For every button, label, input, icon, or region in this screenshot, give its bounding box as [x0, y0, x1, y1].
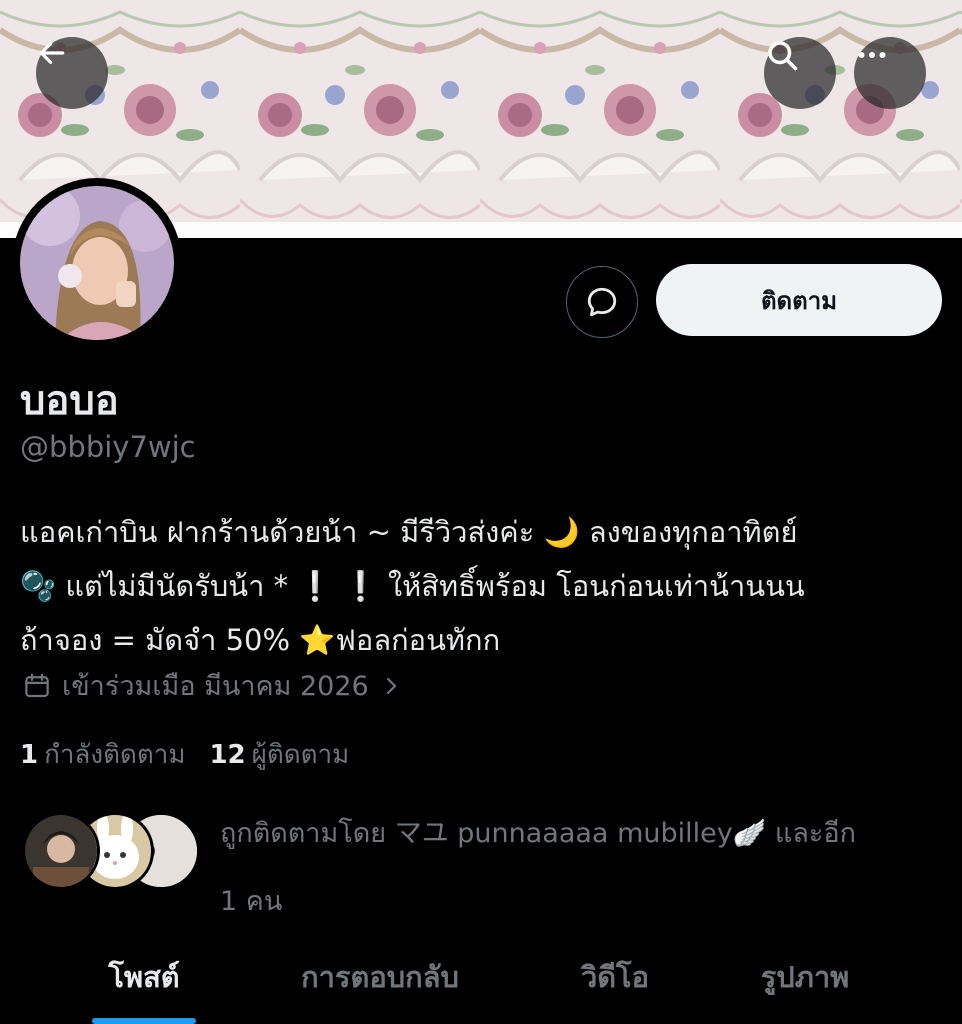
- tab-media[interactable]: รูปภาพ: [720, 940, 890, 1024]
- chevron-right-icon: [386, 677, 396, 694]
- active-tab-indicator: [92, 1018, 196, 1024]
- profile-tabs: โพสต์ การตอบกลับ วิดีโอ รูปภาพ: [0, 940, 962, 1024]
- follow-stats: 1 กำลังติดตาม 12 ผู้ติดตาม: [20, 734, 349, 775]
- follower-avatar: [22, 812, 100, 890]
- avatar-image: [20, 186, 174, 340]
- profile-avatar[interactable]: [12, 178, 182, 348]
- following-label: กำลังติดตาม: [44, 740, 186, 770]
- followed-by-line: ถูกติดตามโดย マユ punnaaaaa mubilley🪽 และอ…: [220, 818, 856, 849]
- followed-by-line: 1 คน: [220, 886, 283, 917]
- follow-button[interactable]: ติดตาม: [656, 264, 942, 336]
- following-link[interactable]: 1 กำลังติดตาม: [20, 734, 185, 775]
- tab-posts[interactable]: โพสต์: [60, 940, 228, 1024]
- user-handle: @bbbiy7wjc: [20, 430, 196, 464]
- arrow-left-icon: [39, 42, 65, 64]
- message-bubble-icon: [587, 287, 617, 317]
- display-name: บอบอ: [20, 378, 119, 424]
- back-button[interactable]: [36, 37, 108, 109]
- followers-count: 12: [209, 740, 246, 770]
- calendar-icon: [25, 673, 49, 697]
- search-icon: [768, 41, 798, 71]
- tab-videos[interactable]: วิดีโอ: [530, 940, 700, 1024]
- bio-line: แอคเก่าบิน ฝากร้านด้วยน้า ~ มีรีวิวส่งค่…: [20, 515, 798, 549]
- more-button[interactable]: [854, 37, 926, 109]
- more-horizontal-icon: [858, 52, 886, 58]
- joined-date[interactable]: เข้าร่วมเมือ มีนาคม 2026: [22, 664, 403, 707]
- followed-by-text[interactable]: ถูกติดตามโดย マユ punnaaaaa mubilley🪽 และอ…: [220, 800, 950, 936]
- following-count: 1: [20, 740, 39, 770]
- bio-line: ถ้าจอง = มัดจำ 50% ⭐ฟอลก่อนทักก: [20, 623, 501, 657]
- followers-link[interactable]: 12 ผู้ติดตาม: [209, 734, 349, 775]
- search-button[interactable]: [764, 37, 836, 109]
- joined-text: เข้าร่วมเมือ มีนาคม 2026: [62, 671, 369, 702]
- bio-line: 🫧 แต่ไม่มีนัดรับน้า * ❕ ❕ ให้สิทธิ์พร้อม…: [20, 569, 805, 603]
- tab-replies[interactable]: การตอบกลับ: [270, 940, 490, 1024]
- followers-label: ผู้ติดตาม: [251, 740, 350, 770]
- profile-bio: แอคเก่าบิน ฝากร้านด้วยน้า ~ มีรีวิวส่งค่…: [20, 505, 950, 667]
- followed-by-avatars[interactable]: [22, 812, 202, 892]
- message-button[interactable]: [566, 266, 638, 338]
